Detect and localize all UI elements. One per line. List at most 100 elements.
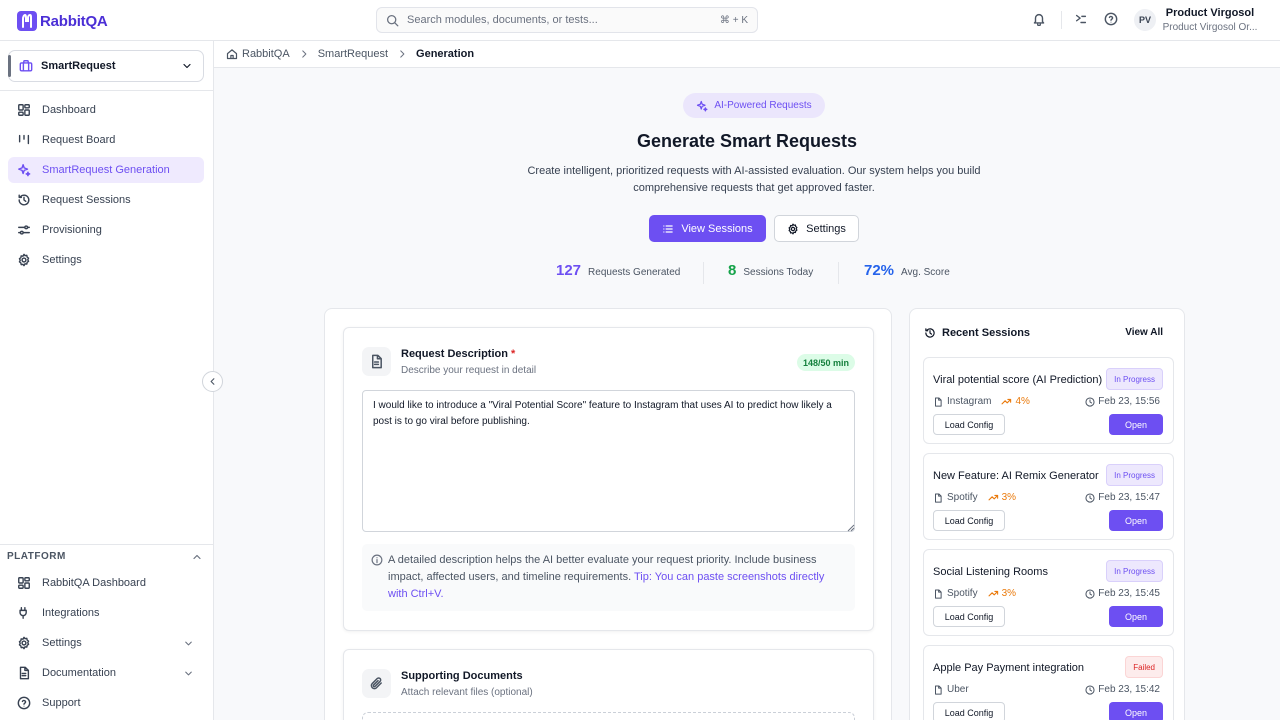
request-description-input[interactable]: I would like to introduce a "Viral Poten… [362, 390, 855, 532]
session-date-value: Feb 23, 15:45 [1098, 588, 1160, 599]
clock-icon [1085, 684, 1095, 695]
stat-divider [838, 262, 839, 284]
home-icon [226, 49, 238, 60]
session-date: Feb 23, 15:56 [1085, 396, 1160, 407]
status-badge: Failed [1125, 656, 1163, 678]
breadcrumb-item-current: Generation [416, 48, 475, 60]
description-hint: A detailed description helps the AI bett… [362, 544, 855, 611]
session-name: Social Listening Rooms [933, 566, 1048, 578]
session-card[interactable]: Apple Pay Payment integration Failed Ube… [923, 645, 1174, 720]
sidebar-item-label: Settings [42, 637, 82, 649]
notifications-bell-icon[interactable] [1032, 12, 1046, 26]
search-input[interactable]: Search modules, documents, or tests... [407, 14, 720, 26]
sidebar-item-rabbitqa-dashboard[interactable]: RabbitQA Dashboard [8, 570, 204, 596]
app-logo[interactable]: RabbitQA [17, 11, 108, 31]
module-selector-label: SmartRequest [41, 60, 116, 72]
sidebar-item-integrations[interactable]: Integrations [8, 600, 204, 626]
load-config-button[interactable]: Load Config [933, 414, 1005, 435]
session-date: Feb 23, 15:42 [1085, 684, 1160, 695]
sidebar-item-label: Integrations [42, 607, 100, 619]
open-session-button[interactable]: Open [1109, 702, 1163, 720]
session-date-value: Feb 23, 15:47 [1098, 492, 1160, 503]
sidebar-item-label: Dashboard [42, 104, 96, 116]
session-meta: Spotify 3% [933, 492, 1016, 503]
breadcrumb-item-module[interactable]: SmartRequest [318, 48, 388, 60]
help-icon[interactable] [1104, 12, 1118, 26]
sidebar-collapse-button[interactable] [202, 371, 223, 392]
sidebar-item-support[interactable]: Support [8, 690, 204, 716]
top-bar: RabbitQA Search modules, documents, or t… [0, 0, 1280, 41]
user-menu[interactable]: Product Virgosol Product Virgosol Or... [1160, 7, 1260, 33]
load-config-button[interactable]: Load Config [933, 702, 1005, 720]
status-badge: In Progress [1106, 368, 1163, 390]
open-session-button[interactable]: Open [1109, 606, 1163, 627]
document-icon [935, 588, 942, 599]
supporting-documents-card: Supporting Documents Attach relevant fil… [343, 649, 874, 720]
load-config-button[interactable]: Load Config [933, 606, 1005, 627]
sidebar-item-request-board[interactable]: Request Board [8, 127, 204, 153]
settings-button[interactable]: Settings [774, 215, 859, 242]
platform-section-label: PLATFORM [7, 551, 66, 562]
rabbit-assistant-icon[interactable] [1074, 12, 1088, 26]
sparkles-icon [18, 164, 31, 177]
chevron-up-icon[interactable] [191, 551, 203, 563]
session-name: New Feature: AI Remix Generator [933, 470, 1099, 482]
session-score: 3% [988, 588, 1016, 599]
history-icon [18, 194, 30, 206]
sidebar-item-request-sessions[interactable]: Request Sessions [8, 187, 204, 213]
session-platform: Uber [947, 684, 969, 695]
sidebar-item-provisioning[interactable]: Provisioning [8, 217, 204, 243]
kanban-icon [18, 134, 30, 145]
chevron-down-icon [185, 671, 192, 676]
request-description-title-text: Request Description [401, 348, 508, 360]
sidebar-item-smartrequest-generation[interactable]: SmartRequest Generation [8, 157, 204, 183]
sidebar-item-dashboard[interactable]: Dashboard [8, 97, 204, 123]
avatar[interactable]: PV [1134, 9, 1156, 31]
module-selector[interactable]: SmartRequest [8, 50, 204, 82]
trending-up-icon [988, 590, 998, 597]
request-description-subtitle: Describe your request in detail [401, 365, 537, 376]
sidebar-item-label: Request Sessions [42, 194, 131, 206]
session-meta: Uber [933, 684, 969, 695]
session-card[interactable]: Social Listening Rooms In Progress Spoti… [923, 549, 1174, 636]
chevron-down-icon [183, 63, 191, 69]
document-icon [935, 684, 942, 695]
breadcrumb-item-root[interactable]: RabbitQA [242, 48, 290, 60]
clock-icon [1085, 588, 1095, 599]
session-name: Apple Pay Payment integration [933, 662, 1085, 674]
open-session-button[interactable]: Open [1109, 414, 1163, 435]
session-card[interactable]: Viral potential score (AI Prediction) In… [923, 357, 1174, 444]
search-bar[interactable]: Search modules, documents, or tests... ⌘… [376, 7, 758, 33]
session-date: Feb 23, 15:45 [1085, 588, 1160, 599]
plug-icon [19, 607, 27, 619]
request-description-card: Request Description * Describe your reque… [343, 327, 874, 631]
load-config-button[interactable]: Load Config [933, 510, 1005, 531]
stat-sessions-today: 8 Sessions Today [728, 262, 813, 279]
view-sessions-button[interactable]: View Sessions [649, 215, 766, 242]
page-description: Create intelligent, prioritized requests… [527, 165, 981, 194]
sidebar-item-settings[interactable]: Settings [8, 247, 204, 273]
resize-handle-icon[interactable] [847, 524, 855, 532]
required-marker: * [510, 348, 516, 360]
sidebar-item-label: Documentation [42, 667, 116, 679]
sidebar-item-documentation[interactable]: Documentation [8, 660, 204, 686]
view-all-link[interactable]: View All [1125, 327, 1163, 338]
trending-up-icon [1001, 398, 1012, 405]
session-platform: Instagram [947, 396, 992, 407]
user-name: Product Virgosol [1165, 7, 1255, 19]
recent-sessions-panel: Recent Sessions View All Viral potential… [909, 308, 1185, 720]
file-drop-zone[interactable] [362, 712, 855, 720]
session-score: 3% [988, 492, 1016, 503]
sparkles-icon [697, 100, 708, 111]
session-meta: Instagram 4% [933, 396, 1030, 407]
supporting-documents-title: Supporting Documents [401, 670, 523, 682]
session-card[interactable]: New Feature: AI Remix Generator In Progr… [923, 453, 1174, 540]
sidebar-item-label: Request Board [42, 134, 116, 146]
request-form-panel: Request Description * Describe your reque… [324, 308, 892, 720]
sidebar-item-platform-settings[interactable]: Settings [8, 630, 204, 656]
gear-icon [18, 253, 30, 267]
stat-label: Avg. Score [901, 267, 950, 278]
open-session-button[interactable]: Open [1109, 510, 1163, 531]
rabbit-logo-icon [17, 11, 37, 31]
sidebar: SmartRequest Dashboard Request Board Sma… [0, 41, 214, 720]
